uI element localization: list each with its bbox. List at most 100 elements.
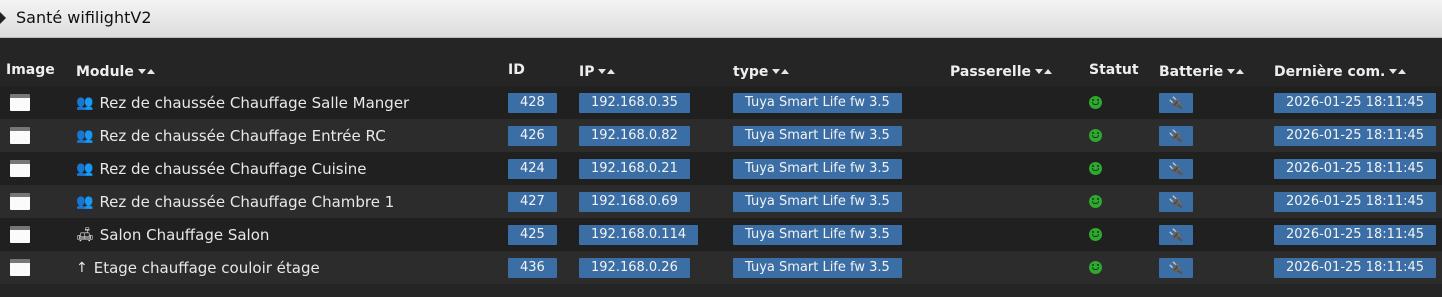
- id-badge: 426: [508, 125, 557, 146]
- group-icon: 👥: [76, 94, 94, 111]
- cell-status: [1062, 251, 1102, 284]
- ok-smiley-icon: [1089, 195, 1102, 208]
- cell-type: Tuya Smart Life fw 3.5: [733, 86, 902, 119]
- col-header-type-label: type: [733, 64, 769, 80]
- device-image-icon: [10, 94, 30, 111]
- sort-icon[interactable]: [137, 62, 155, 78]
- ok-smiley-icon: [1089, 129, 1102, 142]
- cell-ip: 192.168.0.26: [579, 251, 690, 284]
- col-header-last-comm[interactable]: Dernière com.: [1274, 62, 1407, 80]
- cell-module[interactable]: 👥 Rez de chaussée Chauffage Entrée RC: [76, 119, 386, 152]
- ok-smiley-icon: [1089, 261, 1102, 274]
- plug-icon: 🔌: [1159, 125, 1193, 146]
- group-icon: 👥: [76, 193, 94, 210]
- panel-header[interactable]: Santé wifilightV2: [0, 0, 1442, 38]
- table-row[interactable]: 👥 Rez de chaussée Chauffage Cuisine 424 192…: [0, 152, 1442, 185]
- cell-last-comm: 2026-01-25 18:11:45: [1274, 152, 1437, 185]
- type-badge: Tuya Smart Life fw 3.5: [733, 257, 902, 278]
- cell-ip: 192.168.0.82: [579, 119, 690, 152]
- col-header-battery[interactable]: Batterie: [1159, 62, 1245, 80]
- sort-icon[interactable]: [1035, 62, 1052, 78]
- ip-badge: 192.168.0.26: [579, 257, 690, 278]
- col-header-image: Image: [6, 62, 55, 78]
- sort-icon[interactable]: [772, 62, 790, 78]
- cell-battery: 🔌: [1159, 86, 1193, 119]
- collapse-arrow-icon[interactable]: [0, 12, 6, 24]
- cell-image: [0, 152, 30, 185]
- col-header-last-comm-label: Dernière com.: [1274, 64, 1386, 80]
- cell-image: [0, 218, 30, 251]
- module-name[interactable]: Rez de chaussée Chauffage Chambre 1: [99, 193, 394, 211]
- plug-icon: 🔌: [1159, 92, 1193, 113]
- last-comm-badge: 2026-01-25 18:11:45: [1274, 224, 1437, 245]
- cell-id: 427: [508, 185, 557, 218]
- table-row[interactable]: 👥 Rez de chaussée Chauffage Salle Manger 4…: [0, 86, 1442, 119]
- last-comm-badge: 2026-01-25 18:11:45: [1274, 191, 1437, 212]
- device-image-icon: [10, 193, 30, 210]
- col-header-ip[interactable]: IP: [579, 62, 616, 80]
- device-image-icon: [10, 127, 30, 144]
- cell-status: [1062, 152, 1102, 185]
- col-header-module[interactable]: Module: [76, 62, 155, 80]
- last-comm-badge: 2026-01-25 18:11:45: [1274, 92, 1437, 113]
- cell-battery: 🔌: [1159, 185, 1193, 218]
- cell-module[interactable]: 👥 Rez de chaussée Chauffage Cuisine: [76, 152, 366, 185]
- ok-smiley-icon: [1089, 162, 1102, 175]
- table-row[interactable]: 🛋 Salon Chauffage Salon 425 192.168.0.114 Tu…: [0, 218, 1442, 251]
- table-row[interactable]: 👥 Rez de chaussée Chauffage Entrée RC 426 1…: [0, 119, 1442, 152]
- cell-status: [1062, 218, 1102, 251]
- module-name[interactable]: Rez de chaussée Chauffage Entrée RC: [99, 127, 385, 145]
- last-comm-badge: 2026-01-25 18:11:45: [1274, 125, 1437, 146]
- cell-image: [0, 185, 30, 218]
- cell-id: 436: [508, 251, 557, 284]
- module-name[interactable]: Etage chauffage couloir étage: [94, 259, 320, 277]
- cell-id: 425: [508, 218, 557, 251]
- cell-module[interactable]: 👥 Rez de chaussée Chauffage Salle Manger: [76, 86, 409, 119]
- cell-status: [1062, 86, 1102, 119]
- cell-module[interactable]: ↑ Etage chauffage couloir étage: [76, 251, 320, 284]
- module-name[interactable]: Rez de chaussée Chauffage Cuisine: [99, 160, 366, 178]
- col-header-gateway-label: Passerelle: [950, 64, 1031, 80]
- table-row[interactable]: 👥 Rez de chaussée Chauffage Chambre 1 427 1…: [0, 185, 1442, 218]
- cell-battery: 🔌: [1159, 119, 1193, 152]
- panel-title: Santé wifilightV2: [16, 8, 152, 27]
- col-header-gateway[interactable]: Passerelle: [950, 62, 1052, 80]
- cell-status: [1062, 119, 1102, 152]
- plug-icon: 🔌: [1159, 158, 1193, 179]
- type-badge: Tuya Smart Life fw 3.5: [733, 224, 902, 245]
- type-badge: Tuya Smart Life fw 3.5: [733, 125, 902, 146]
- cell-module[interactable]: 👥 Rez de chaussée Chauffage Chambre 1: [76, 185, 394, 218]
- cell-image: [0, 86, 30, 119]
- module-name[interactable]: Rez de chaussée Chauffage Salle Manger: [99, 94, 409, 112]
- ip-badge: 192.168.0.69: [579, 191, 690, 212]
- cell-module[interactable]: 🛋 Salon Chauffage Salon: [76, 218, 269, 251]
- cell-type: Tuya Smart Life fw 3.5: [733, 251, 902, 284]
- arrow-up-icon: ↑: [76, 259, 88, 276]
- cell-last-comm: 2026-01-25 18:11:45: [1274, 185, 1437, 218]
- device-image-icon: [10, 226, 30, 243]
- cell-type: Tuya Smart Life fw 3.5: [733, 119, 902, 152]
- sort-icon[interactable]: [598, 62, 616, 78]
- plug-icon: 🔌: [1159, 224, 1193, 245]
- plug-icon: 🔌: [1159, 257, 1193, 278]
- table-row[interactable]: ↑ Etage chauffage couloir étage 436 192.168…: [0, 251, 1442, 284]
- cell-type: Tuya Smart Life fw 3.5: [733, 185, 902, 218]
- sort-icon[interactable]: [1389, 62, 1407, 78]
- cell-image: [0, 119, 30, 152]
- group-icon: 👥: [76, 160, 94, 177]
- cell-type: Tuya Smart Life fw 3.5: [733, 152, 902, 185]
- device-image-icon: [10, 160, 30, 177]
- col-header-type[interactable]: type: [733, 62, 790, 80]
- sort-icon[interactable]: [1227, 62, 1245, 78]
- id-badge: 428: [508, 92, 557, 113]
- cell-battery: 🔌: [1159, 152, 1193, 185]
- module-name[interactable]: Salon Chauffage Salon: [100, 226, 270, 244]
- cell-battery: 🔌: [1159, 251, 1193, 284]
- cell-type: Tuya Smart Life fw 3.5: [733, 218, 902, 251]
- cell-id: 424: [508, 152, 557, 185]
- col-header-battery-label: Batterie: [1159, 64, 1224, 80]
- cell-last-comm: 2026-01-25 18:11:45: [1274, 251, 1437, 284]
- type-badge: Tuya Smart Life fw 3.5: [733, 92, 902, 113]
- plug-icon: 🔌: [1159, 191, 1193, 212]
- cell-ip: 192.168.0.21: [579, 152, 690, 185]
